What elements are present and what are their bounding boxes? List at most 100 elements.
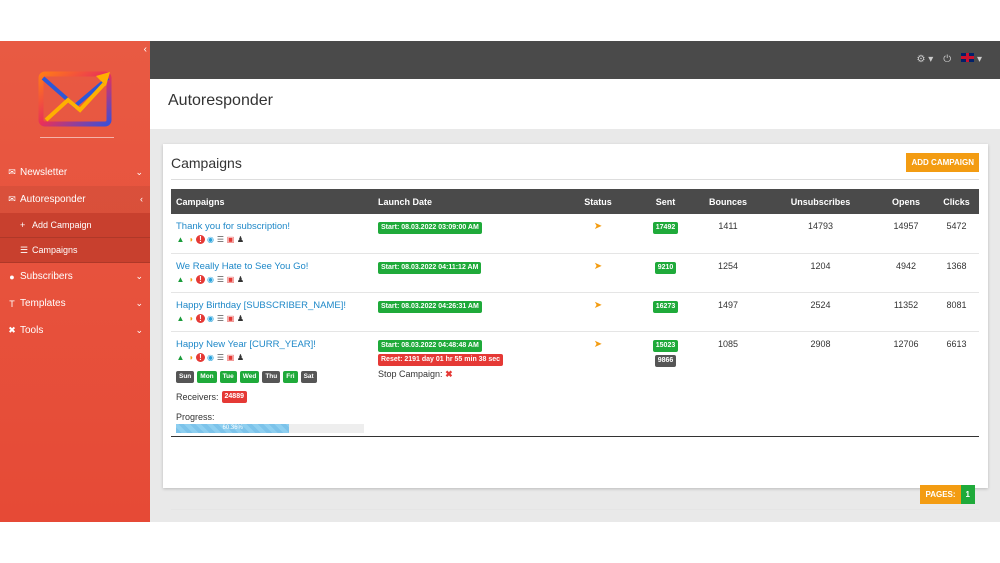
briefcase-icon[interactable]: ▣ xyxy=(226,235,235,244)
autoresponder-icon: ✉ xyxy=(8,194,16,204)
briefcase-icon[interactable]: ▣ xyxy=(226,275,235,284)
alert-icon[interactable]: ! xyxy=(196,313,205,323)
add-campaign-button[interactable]: ADD CAMPAIGN xyxy=(906,153,979,172)
receivers: Receivers: 24889 xyxy=(176,390,368,403)
campaign-actions: ▲ ◑ ! ◉ ☰ ▣ ♟ xyxy=(176,352,368,362)
user-icon[interactable]: ♟ xyxy=(236,235,245,244)
chevron-down-icon: ⌄ xyxy=(135,298,143,308)
envelope-logo-icon xyxy=(38,71,112,127)
unsubscribes-cell: 1204 xyxy=(763,253,878,293)
clicks-cell: 5472 xyxy=(934,214,979,254)
campaign-link[interactable]: We Really Hate to See You Go! xyxy=(176,261,368,272)
sidebar-subitem-campaigns[interactable]: ☰ Campaigns xyxy=(0,238,150,263)
chart-icon[interactable]: ▲ xyxy=(176,275,185,284)
launch-date-badge: Start: 08.03.2022 03:09:00 AM xyxy=(378,222,482,234)
page-title: Autoresponder xyxy=(168,92,273,109)
column-header: Unsubscribes xyxy=(763,189,878,214)
paper-plane-icon[interactable]: ➤ xyxy=(594,221,602,232)
column-header: Launch Date xyxy=(373,189,558,214)
eye-icon[interactable]: ◉ xyxy=(206,275,215,284)
opens-cell: 11352 xyxy=(878,292,934,332)
pie-chart-icon[interactable]: ◑ xyxy=(186,275,195,284)
list-icon[interactable]: ☰ xyxy=(216,235,225,244)
paper-plane-icon[interactable]: ➤ xyxy=(594,261,602,272)
pie-chart-icon[interactable]: ◑ xyxy=(186,314,195,323)
campaign-actions: ▲ ◑ ! ◉ ☰ ▣ ♟ xyxy=(176,313,368,323)
launch-date-badge: Start: 08.03.2022 04:11:12 AM xyxy=(378,261,482,274)
power-icon[interactable]: ⏻ xyxy=(943,54,951,65)
clicks-cell: 8081 xyxy=(934,292,979,332)
reset-badge: Reset: 2191 day 01 hr 55 min 38 sec xyxy=(378,353,504,366)
eye-icon[interactable]: ◉ xyxy=(206,353,215,362)
progress-bar: 60.36% xyxy=(176,423,364,433)
eye-icon[interactable]: ◉ xyxy=(206,314,215,323)
sidebar-collapse-icon[interactable]: ‹ xyxy=(144,44,147,55)
launch-date-badge: Start: 08.03.2022 04:26:31 AM xyxy=(378,300,482,313)
campaigns-card: Campaigns ADD CAMPAIGN Campaigns Launch … xyxy=(163,144,988,510)
paper-plane-icon[interactable]: ➤ xyxy=(594,339,602,350)
paper-plane-icon[interactable]: ➤ xyxy=(594,300,602,311)
chart-icon[interactable]: ▲ xyxy=(176,353,185,362)
sidebar-item-tools[interactable]: ✖ Tools ⌄ xyxy=(0,317,150,344)
briefcase-icon[interactable]: ▣ xyxy=(226,353,235,362)
chevron-left-icon: ‹ xyxy=(140,194,143,204)
list-icon[interactable]: ☰ xyxy=(216,314,225,323)
alert-icon[interactable]: ! xyxy=(196,235,205,244)
briefcase-icon[interactable]: ▣ xyxy=(226,314,235,323)
campaign-link[interactable]: Happy Birthday [SUBSCRIBER_NAME]! xyxy=(176,300,368,311)
logo-divider xyxy=(40,137,114,138)
pie-chart-icon[interactable]: ◑ xyxy=(186,353,195,362)
sidebar-item-autoresponder[interactable]: ✉ Autoresponder ‹ xyxy=(0,186,150,213)
bounces-cell: 1085 xyxy=(693,331,763,437)
sent-badge: 15023 xyxy=(652,339,679,352)
sidebar-item-label: Subscribers xyxy=(20,271,73,282)
page-button-1[interactable]: 1 xyxy=(960,485,975,504)
language-flag-icon[interactable]: ▾ xyxy=(961,53,982,65)
pie-chart-icon[interactable]: ◑ xyxy=(186,235,195,244)
sent-badge: 9210 xyxy=(654,261,677,274)
column-header: Clicks xyxy=(934,189,979,214)
template-icon: T xyxy=(9,298,15,309)
sidebar-item-label: Autoresponder xyxy=(20,194,86,205)
close-icon[interactable]: ✖ xyxy=(445,369,453,379)
sidebar-item-subscribers[interactable]: ● Subscribers ⌄ xyxy=(0,263,150,290)
list-icon[interactable]: ☰ xyxy=(216,275,225,284)
opens-cell: 12706 xyxy=(878,331,934,437)
bounces-cell: 1411 xyxy=(693,214,763,254)
campaign-actions: ▲ ◑ ! ◉ ☰ ▣ ♟ xyxy=(176,274,368,284)
sidebar-subitem-add-campaign[interactable]: + Add Campaign xyxy=(0,213,150,238)
user-icon[interactable]: ♟ xyxy=(236,353,245,362)
chevron-down-icon: ⌄ xyxy=(135,271,143,281)
list-icon: ☰ xyxy=(20,244,29,255)
stop-campaign: Stop Campaign: ✖ xyxy=(378,369,553,380)
day-badge-sun: Sun xyxy=(176,370,195,383)
stop-campaign-label: Stop Campaign: xyxy=(378,368,443,379)
progress-label: Progress: xyxy=(176,411,215,422)
logo xyxy=(38,68,114,128)
alert-icon[interactable]: ! xyxy=(196,274,205,284)
day-badge-thu: Thu xyxy=(262,370,281,383)
alert-icon[interactable]: ! xyxy=(196,352,205,362)
sidebar-subitem-label: Add Campaign xyxy=(32,220,92,230)
weekday-badges: Sun Mon Tue Wed Thu Fri Sat xyxy=(176,370,368,383)
table-header-row: Campaigns Launch Date Status Sent Bounce… xyxy=(171,189,979,214)
progress-text: 60.36% xyxy=(222,424,243,431)
chevron-down-icon: ⌄ xyxy=(135,325,143,335)
campaign-actions: ▲ ◑ ! ◉ ☰ ▣ ♟ xyxy=(176,235,368,244)
receivers-label: Receivers: xyxy=(176,391,219,402)
day-badge-tue: Tue xyxy=(219,370,237,383)
chart-icon[interactable]: ▲ xyxy=(176,235,185,244)
campaign-link[interactable]: Happy New Year [CURR_YEAR]! xyxy=(176,339,368,350)
sent-badge: 16273 xyxy=(652,300,679,313)
chart-icon[interactable]: ▲ xyxy=(176,314,185,323)
users-icon: ● xyxy=(9,271,15,282)
eye-icon[interactable]: ◉ xyxy=(206,235,215,244)
sidebar-item-newsletter[interactable]: ✉ Newsletter ⌄ xyxy=(0,159,150,186)
user-icon[interactable]: ♟ xyxy=(236,275,245,284)
gear-icon[interactable]: ⚙ ▾ xyxy=(917,54,934,65)
campaign-link[interactable]: Thank you for subscription! xyxy=(176,221,368,232)
bounces-cell: 1497 xyxy=(693,292,763,332)
sidebar-item-templates[interactable]: T Templates ⌄ xyxy=(0,290,150,317)
user-icon[interactable]: ♟ xyxy=(236,314,245,323)
list-icon[interactable]: ☰ xyxy=(216,353,225,362)
